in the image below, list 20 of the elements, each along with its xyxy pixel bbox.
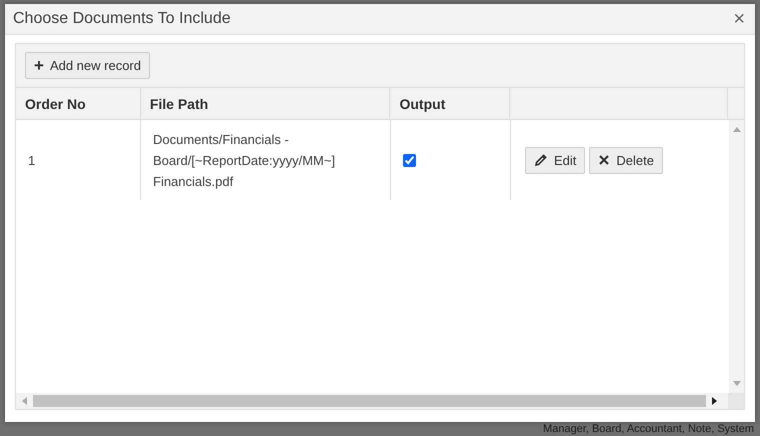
scroll-right-arrow-icon[interactable]: [712, 397, 718, 405]
table-cell-text: 1: [28, 152, 36, 170]
close-button[interactable]: ×: [733, 9, 745, 29]
edit-button[interactable]: Edit: [525, 146, 586, 174]
scroll-down-arrow-icon[interactable]: [732, 381, 740, 387]
horizontal-scrollbar[interactable]: [16, 393, 744, 409]
scroll-up-arrow-icon[interactable]: [732, 126, 740, 132]
dialog-title: Choose Documents To Include: [13, 10, 231, 28]
file-path-cell-text: Documents/Financials - Board/[~ReportDate:yyyy/MM~] Financials.pdf: [153, 130, 336, 191]
scroll-left-arrow-icon[interactable]: [21, 397, 27, 405]
add-record-button[interactable]: + Add new record: [25, 52, 150, 79]
delete-button[interactable]: Delete: [589, 146, 663, 174]
output-checkbox[interactable]: [403, 154, 416, 166]
close-icon: [598, 154, 610, 166]
background-text: Manager, Board, Accountant, Note, System: [543, 423, 754, 435]
column-header: Output: [390, 88, 510, 119]
column-header: File Path: [140, 88, 390, 119]
vertical-scrollbar[interactable]: [729, 120, 744, 393]
pencil-icon: [534, 153, 548, 167]
column-header: Order No: [16, 88, 141, 119]
